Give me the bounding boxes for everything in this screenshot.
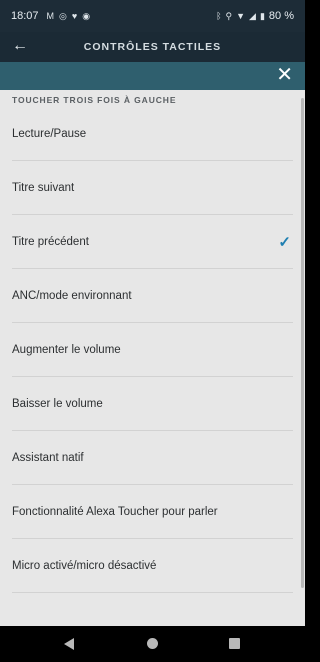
heart-icon: ♥: [71, 10, 78, 21]
wifi-icon: ▼: [236, 10, 246, 21]
status-right: ᛒ ⚲ ▼ ◢ ▮ 80 %: [216, 10, 294, 22]
battery-percentage: 80 %: [268, 10, 294, 22]
option-lecture-pause[interactable]: Lecture/Pause: [0, 107, 305, 161]
app-icon: ◉: [82, 10, 91, 21]
gmail-icon: M: [46, 10, 55, 21]
option-volume-up[interactable]: Augmenter le volume: [0, 323, 305, 377]
battery-icon: ▮: [259, 10, 265, 21]
option-label: Micro activé/micro désactivé: [12, 560, 157, 572]
option-label: Assistant natif: [12, 452, 84, 464]
signal-icon: ◢: [249, 10, 256, 21]
bottom-sheet-header: ✕: [0, 62, 305, 90]
option-titre-precedent[interactable]: Titre précédent ✓: [0, 215, 305, 269]
section-title: TOUCHER TROIS FOIS À GAUCHE: [12, 95, 177, 105]
check-icon: ✓: [278, 234, 291, 251]
option-label: Titre précédent: [12, 236, 89, 248]
nav-back-icon[interactable]: [64, 638, 74, 650]
bottom-sheet: TOUCHER TROIS FOIS À GAUCHE Lecture/Paus…: [0, 90, 305, 626]
option-label: ANC/mode environnant: [12, 290, 132, 302]
instagram-icon: ◎: [59, 10, 67, 21]
status-left: 18:07 M ◎ ♥ ◉: [11, 10, 90, 22]
option-titre-suivant[interactable]: Titre suivant: [0, 161, 305, 215]
bluetooth-icon: ᛒ: [216, 10, 222, 21]
app-header: ← CONTRÔLES TACTILES: [0, 32, 305, 62]
option-label: Titre suivant: [12, 182, 75, 194]
divider: [12, 592, 293, 593]
option-label: Baisser le volume: [12, 398, 103, 410]
option-label: Augmenter le volume: [12, 344, 121, 356]
option-anc-mode[interactable]: ANC/mode environnant: [0, 269, 305, 323]
option-mic-toggle[interactable]: Micro activé/micro désactivé: [0, 539, 305, 593]
system-nav-bar: [0, 626, 305, 662]
option-native-assistant[interactable]: Assistant natif: [0, 431, 305, 485]
status-time: 18:07: [11, 10, 39, 22]
close-icon[interactable]: ✕: [276, 62, 293, 88]
scrollbar[interactable]: [301, 98, 304, 588]
option-volume-down[interactable]: Baisser le volume: [0, 377, 305, 431]
status-bar: 18:07 M ◎ ♥ ◉ ᛒ ⚲ ▼ ◢ ▮ 80 %: [0, 0, 305, 32]
page-title: CONTRÔLES TACTILES: [83, 41, 222, 53]
option-alexa-tap-to-talk[interactable]: Fonctionnalité Alexa Toucher pour parler: [0, 485, 305, 539]
nav-home-icon[interactable]: [147, 638, 158, 649]
location-icon: ⚲: [225, 10, 233, 21]
nav-recents-icon[interactable]: [229, 638, 240, 649]
back-arrow-icon[interactable]: ←: [12, 37, 28, 55]
option-label: Lecture/Pause: [12, 128, 87, 140]
option-label: Fonctionnalité Alexa Toucher pour parler: [12, 506, 218, 518]
